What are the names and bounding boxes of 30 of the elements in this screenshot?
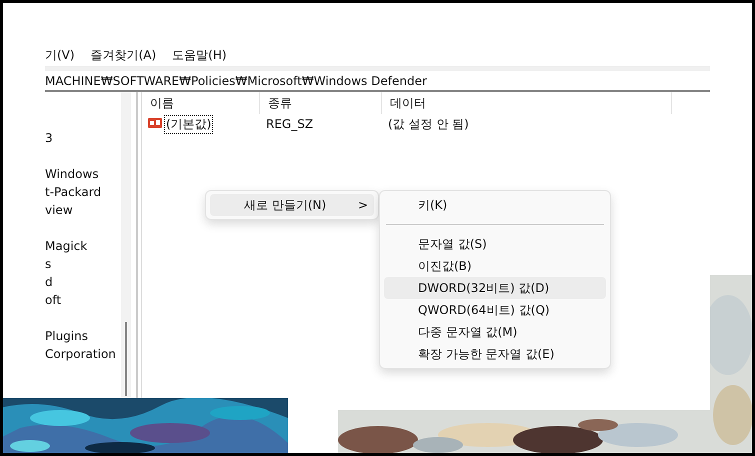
menu-item[interactable]: 새로 만들기(N) >	[210, 194, 374, 216]
menu-item[interactable]: 도움말(H)	[172, 47, 227, 64]
menu-item[interactable]: 기(V)	[45, 47, 75, 64]
tree-item[interactable]: oft	[45, 291, 62, 309]
address-path: MACHINE₩SOFTWARE₩Policies₩Microsoft₩Windows Defender	[45, 74, 427, 88]
menu-item[interactable]: 이진값(B)	[384, 255, 606, 277]
tree-item[interactable]: d	[45, 273, 53, 291]
tree-item[interactable]: Magick	[45, 237, 88, 255]
menu-item[interactable]: 확장 가능한 문자열 값(E)	[384, 343, 606, 365]
table-cell[interactable]: (기본값)	[164, 114, 214, 134]
tree-item[interactable]: Windows	[45, 165, 99, 183]
menu-item[interactable]: 다중 문자열 값(M)	[384, 321, 606, 343]
tree-item[interactable]: Plugins	[45, 327, 88, 345]
menu-item[interactable]: DWORD(32비트) 값(D)	[384, 277, 606, 299]
menu-item[interactable]: 즐겨찾기(A)	[90, 47, 156, 64]
tree-item[interactable]: s	[45, 255, 52, 273]
table-cell: (값 설정 안 됨)	[388, 116, 469, 132]
menu-item[interactable]: 키(K)	[384, 194, 606, 216]
scrollbar-thumb[interactable]	[125, 322, 127, 396]
tree-item[interactable]: view	[45, 201, 73, 219]
tree-item[interactable]: Corporation	[45, 345, 116, 363]
column-header[interactable]: 종류	[260, 92, 382, 114]
menu-item[interactable]: 문자열 값(S)	[384, 233, 606, 255]
tree-item[interactable]: 3	[45, 129, 53, 147]
menu-item[interactable]: QWORD(64비트) 값(Q)	[384, 299, 606, 321]
column-header[interactable]: 데이터	[382, 92, 672, 114]
column-header[interactable]: 이름	[142, 92, 260, 114]
table-cell-text: REG_SZ	[265, 117, 314, 131]
tree-item[interactable]: t-Packard	[45, 183, 102, 201]
string-value-icon	[148, 118, 162, 130]
